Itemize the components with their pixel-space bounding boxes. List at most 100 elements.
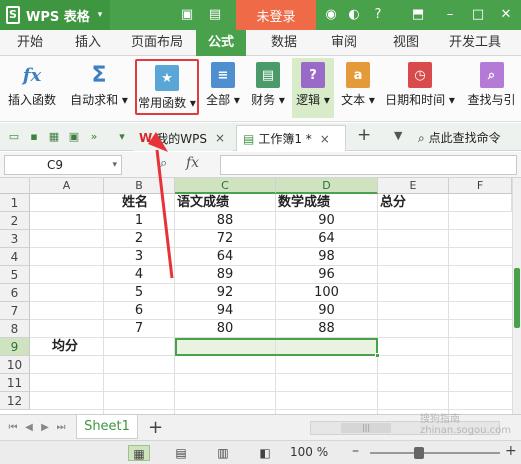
cell-d7[interactable]: 90: [276, 302, 378, 320]
tab-workbook[interactable]: ▤ 工作簿1 * ×: [236, 125, 346, 151]
logic-button[interactable]: ? 逻辑 ▾: [292, 58, 334, 118]
chevron-down-icon[interactable]: ▾: [114, 129, 130, 145]
close-tab-icon[interactable]: ×: [215, 131, 225, 145]
tab-list-icon[interactable]: ▼: [394, 129, 402, 142]
cell-c3[interactable]: 72: [175, 230, 276, 248]
cell-a9[interactable]: 均分: [30, 338, 104, 356]
autosum-button[interactable]: Σ 自动求和 ▾: [66, 58, 132, 118]
fx-icon[interactable]: fx: [186, 155, 199, 171]
cell-d5[interactable]: 96: [276, 266, 378, 284]
new-tab-button[interactable]: +: [357, 125, 371, 145]
cell-d1[interactable]: 数学成绩: [276, 194, 378, 212]
cell-c5[interactable]: 89: [175, 266, 276, 284]
cell-b9[interactable]: [104, 338, 175, 356]
insert-function-button[interactable]: fx 插入函数: [4, 58, 60, 118]
app-menu-button[interactable]: S WPS 表格 ▾: [0, 0, 110, 30]
text-functions-button[interactable]: a 文本 ▾: [338, 58, 378, 118]
tab-data[interactable]: 数据: [262, 30, 306, 56]
print-preview-icon[interactable]: ▦: [46, 129, 62, 145]
date-time-button[interactable]: ◷ 日期和时间 ▾: [382, 58, 458, 118]
row-header[interactable]: 1: [0, 194, 30, 212]
sheet-tab-sheet1[interactable]: Sheet1: [76, 415, 138, 439]
first-sheet-icon[interactable]: ⏮: [6, 421, 20, 435]
cell-d8[interactable]: 88: [276, 320, 378, 338]
close-tab-icon[interactable]: ×: [320, 132, 330, 146]
row-header[interactable]: 8: [0, 320, 30, 338]
row-header[interactable]: 5: [0, 266, 30, 284]
zoom-level[interactable]: 100 %: [290, 445, 328, 459]
login-button[interactable]: 未登录: [236, 0, 316, 30]
tab-view[interactable]: 视图: [384, 30, 428, 56]
select-all-corner[interactable]: [0, 178, 30, 194]
cell-d9[interactable]: [276, 338, 378, 356]
cell-c2[interactable]: 88: [175, 212, 276, 230]
find-command-box[interactable]: ⌕ 点此查找命令: [418, 129, 501, 146]
cell-b3[interactable]: 2: [104, 230, 175, 248]
column-header-d[interactable]: D: [276, 178, 378, 194]
horizontal-scroll-thumb[interactable]: |||: [341, 423, 391, 433]
all-functions-button[interactable]: ≡ 全部 ▾: [204, 58, 242, 118]
row-header[interactable]: 6: [0, 284, 30, 302]
cell-c7[interactable]: 94: [175, 302, 276, 320]
maximize-icon[interactable]: □: [469, 6, 487, 24]
feedback-icon[interactable]: ◐: [345, 6, 363, 24]
normal-view-icon[interactable]: ▦: [128, 445, 150, 461]
formula-input[interactable]: [220, 155, 517, 175]
add-sheet-button[interactable]: +: [148, 417, 163, 438]
cell-b4[interactable]: 3: [104, 248, 175, 266]
more-icon[interactable]: »: [86, 129, 102, 145]
skin-icon[interactable]: ▤: [206, 6, 224, 24]
shield-icon[interactable]: ◉: [322, 6, 340, 24]
fill-handle[interactable]: [375, 353, 380, 358]
zoom-out-button[interactable]: –: [352, 443, 359, 459]
row-header[interactable]: 11: [0, 374, 30, 392]
tab-formulas[interactable]: 公式: [196, 30, 246, 56]
cell-b1[interactable]: 姓名: [104, 194, 175, 212]
common-functions-button[interactable]: ★ 常用函数 ▾: [135, 59, 199, 115]
column-header-b[interactable]: B: [104, 178, 175, 194]
zoom-in-button[interactable]: +: [505, 443, 517, 459]
row-header[interactable]: 9: [0, 338, 30, 356]
cell-a1[interactable]: [30, 194, 104, 212]
column-header-a[interactable]: A: [30, 178, 104, 194]
row-header[interactable]: 7: [0, 302, 30, 320]
help-icon[interactable]: ?: [369, 6, 387, 24]
cell-d2[interactable]: 90: [276, 212, 378, 230]
column-header-f[interactable]: F: [449, 178, 512, 194]
cell-c9[interactable]: [175, 338, 276, 356]
cell-b2[interactable]: 1: [104, 212, 175, 230]
lookup-button[interactable]: ⌕ 查找与引: [462, 58, 521, 118]
page-break-view-icon[interactable]: ▥: [212, 445, 234, 461]
tab-developer[interactable]: 开发工具: [440, 30, 510, 56]
tab-insert[interactable]: 插入: [66, 30, 110, 56]
window-mode-icon[interactable]: ⬒: [409, 6, 427, 24]
row-header[interactable]: 3: [0, 230, 30, 248]
tab-my-wps[interactable]: W 我的WPS ×: [133, 125, 233, 151]
cell-e1[interactable]: 总分: [378, 194, 449, 212]
row-header[interactable]: 12: [0, 392, 30, 410]
zoom-slider-knob[interactable]: [414, 447, 424, 459]
cell-d3[interactable]: 64: [276, 230, 378, 248]
name-box[interactable]: C9 ▾: [4, 155, 122, 175]
cell-b6[interactable]: 5: [104, 284, 175, 302]
zoom-slider[interactable]: [370, 452, 500, 454]
vertical-scrollbar[interactable]: [512, 178, 521, 414]
page-layout-view-icon[interactable]: ▤: [170, 445, 192, 461]
cell-c6[interactable]: 92: [175, 284, 276, 302]
minimize-icon[interactable]: –: [441, 6, 459, 24]
cell-c8[interactable]: 80: [175, 320, 276, 338]
open-folder-icon[interactable]: ▭: [6, 129, 22, 145]
next-sheet-icon[interactable]: ▶: [38, 421, 52, 435]
prev-sheet-icon[interactable]: ◀: [22, 421, 36, 435]
vertical-scroll-thumb[interactable]: [514, 268, 520, 328]
zoom-search-icon[interactable]: ⌕: [160, 156, 167, 171]
tab-page-layout[interactable]: 页面布局: [124, 30, 190, 56]
cell-d4[interactable]: 98: [276, 248, 378, 266]
row-header[interactable]: 2: [0, 212, 30, 230]
column-header-c[interactable]: C: [175, 178, 276, 194]
cell-b7[interactable]: 6: [104, 302, 175, 320]
column-header-e[interactable]: E: [378, 178, 449, 194]
cell-d6[interactable]: 100: [276, 284, 378, 302]
cell-c4[interactable]: 64: [175, 248, 276, 266]
cell-b5[interactable]: 4: [104, 266, 175, 284]
